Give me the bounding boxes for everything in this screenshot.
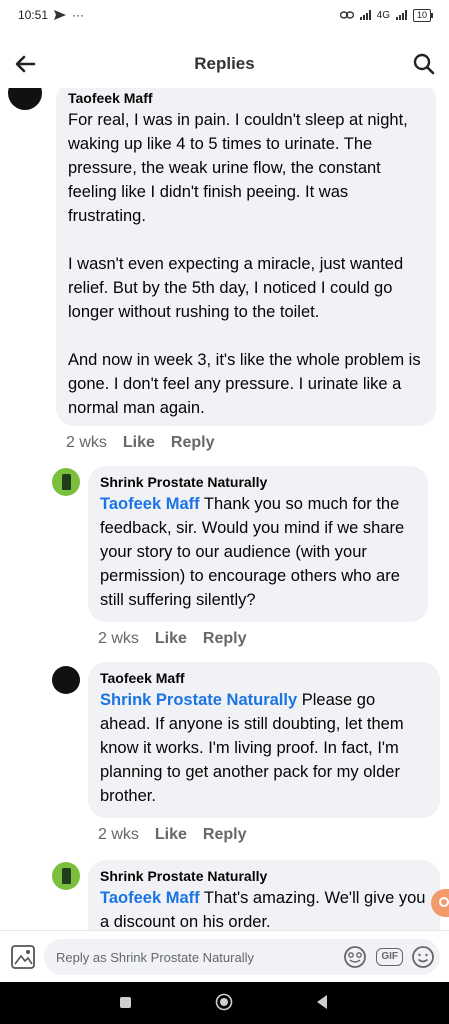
more-dots-icon: ··· xyxy=(72,8,85,22)
comment-author[interactable]: Shrink Prostate Naturally xyxy=(100,474,416,490)
like-button[interactable]: Like xyxy=(155,630,187,648)
system-nav-bar xyxy=(0,982,449,1024)
reply-button[interactable]: Reply xyxy=(203,826,247,844)
bottle-icon xyxy=(61,474,71,490)
mention-link[interactable]: Shrink Prostate Naturally xyxy=(100,691,297,709)
reply-placeholder: Reply as Shrink Prostate Naturally xyxy=(56,949,254,965)
comment-bubble: Shrink Prostate Naturally Taofeek Maff T… xyxy=(88,466,428,622)
link-icon xyxy=(339,11,354,19)
like-button[interactable]: Like xyxy=(155,826,187,844)
comment-time: 2 wks xyxy=(98,826,139,843)
like-button[interactable]: Like xyxy=(123,434,155,452)
mention-link[interactable]: Taofeek Maff xyxy=(100,495,200,513)
app-bar: Replies xyxy=(0,40,449,88)
avatar[interactable] xyxy=(52,666,80,694)
comment-actions: 2 wks Like Reply xyxy=(66,434,215,452)
comment-bubble: Shrink Prostate Naturally Taofeek Maff T… xyxy=(88,860,440,930)
avatar[interactable] xyxy=(8,88,42,110)
avatar[interactable] xyxy=(52,468,80,496)
comment-text: Taofeek Maff Thank you so much for the f… xyxy=(100,492,416,612)
bottle-icon xyxy=(61,868,71,884)
reply-composer: Reply as Shrink Prostate Naturally GIF xyxy=(0,930,449,983)
emoji-icon[interactable] xyxy=(411,945,435,969)
reply-button[interactable]: Reply xyxy=(203,630,247,648)
comment-bubble: Taofeek Maff For real, I was in pain. I … xyxy=(56,88,436,426)
comment-text: Taofeek Maff That's amazing. We'll give … xyxy=(100,886,428,930)
search-icon[interactable] xyxy=(409,50,439,78)
network-label: 4G xyxy=(376,9,390,21)
comment-author[interactable]: Taofeek Maff xyxy=(68,90,424,106)
home-icon[interactable] xyxy=(215,993,233,1011)
gif-button[interactable]: GIF xyxy=(376,948,403,966)
send-icon xyxy=(54,10,67,20)
avatar-sticker-icon[interactable] xyxy=(342,945,368,969)
comment-actions: 2 wks Like Reply xyxy=(98,826,247,844)
comment-author[interactable]: Taofeek Maff xyxy=(100,670,428,686)
mention-link[interactable]: Taofeek Maff xyxy=(100,889,200,907)
comment-text: Shrink Prostate Naturally Please go ahea… xyxy=(100,688,428,808)
reply-button[interactable]: Reply xyxy=(171,434,215,452)
signal-icon-2 xyxy=(395,10,407,20)
comment-text: For real, I was in pain. I couldn't slee… xyxy=(68,111,421,417)
comment-bubble: Taofeek Maff Shrink Prostate Naturally P… xyxy=(88,662,440,818)
status-time: 10:51 xyxy=(18,8,49,22)
page-title: Replies xyxy=(194,54,255,73)
status-bar: 10:51 ··· 4G 10 xyxy=(0,0,449,30)
comment-actions: 2 wks Like Reply xyxy=(98,630,247,648)
comment-time: 2 wks xyxy=(98,630,139,647)
recents-icon[interactable] xyxy=(120,997,131,1008)
battery-icon: 10 xyxy=(412,8,434,22)
replies-feed: Taofeek Maff For real, I was in pain. I … xyxy=(0,88,449,930)
arrow-left-icon[interactable] xyxy=(12,50,42,78)
status-left: 10:51 ··· xyxy=(18,8,84,22)
signal-icon xyxy=(359,10,371,20)
comment-time: 2 wks xyxy=(66,434,107,451)
back-triangle-icon[interactable] xyxy=(315,994,329,1010)
composer-icons: GIF xyxy=(342,945,435,969)
status-right: 4G 10 xyxy=(339,8,434,22)
avatar[interactable] xyxy=(52,862,80,890)
photo-icon[interactable] xyxy=(10,944,36,970)
comment-author[interactable]: Shrink Prostate Naturally xyxy=(100,868,428,884)
